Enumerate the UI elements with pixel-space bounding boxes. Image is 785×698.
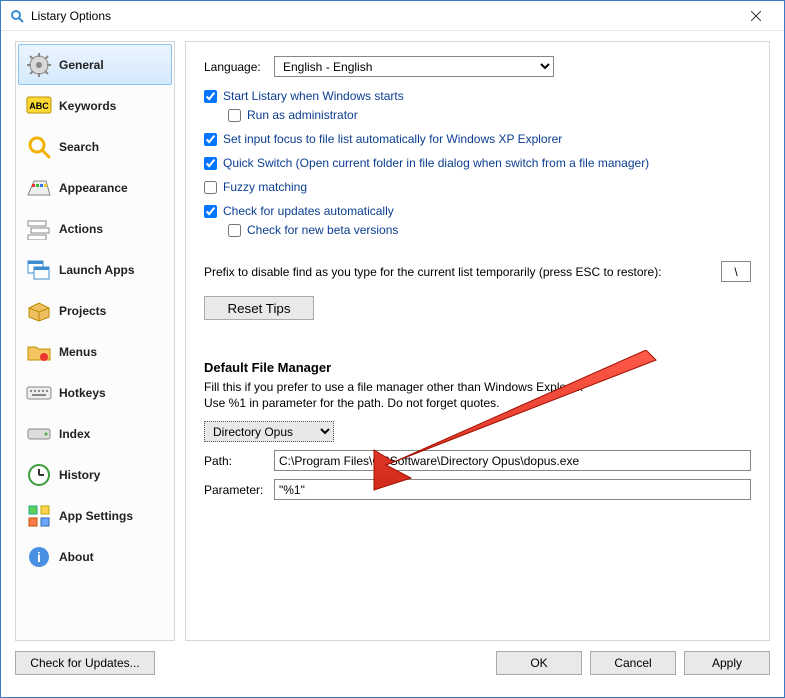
titlebar: Listary Options	[1, 1, 784, 31]
prefix-label: Prefix to disable find as you type for t…	[204, 265, 721, 279]
prefix-input[interactable]	[721, 261, 751, 282]
sidebar-item-label: Hotkeys	[59, 386, 106, 400]
clock-icon	[25, 461, 53, 489]
checkbox-label: Start Listary when Windows starts	[223, 89, 404, 103]
sidebar-item-label: Actions	[59, 222, 103, 236]
svg-text:ABC: ABC	[29, 101, 49, 111]
sidebar-item-index[interactable]: Index	[18, 413, 172, 454]
checkbox-label: Check for updates automatically	[223, 204, 394, 218]
checkbox-label: Quick Switch (Open current folder in fil…	[223, 156, 649, 170]
path-label: Path:	[204, 454, 274, 468]
sidebar-item-about[interactable]: i About	[18, 536, 172, 577]
palette-icon	[25, 174, 53, 202]
sidebar-item-label: Appearance	[59, 181, 128, 195]
search-icon	[25, 133, 53, 161]
sidebar-item-label: App Settings	[59, 509, 133, 523]
checkbox-start-windows[interactable]	[204, 90, 217, 103]
box-icon	[25, 297, 53, 325]
sidebar-item-keywords[interactable]: ABC Keywords	[18, 85, 172, 126]
language-label: Language:	[204, 60, 274, 74]
sidebar-item-general[interactable]: General	[18, 44, 172, 85]
check-updates-button[interactable]: Check for Updates...	[15, 651, 155, 675]
sidebar-item-label: Search	[59, 140, 99, 154]
sidebar-item-label: Launch Apps	[59, 263, 135, 277]
grid-icon	[25, 502, 53, 530]
reset-tips-button[interactable]: Reset Tips	[204, 296, 314, 320]
app-icon	[9, 8, 25, 24]
gear-icon	[25, 51, 53, 79]
default-file-manager-title: Default File Manager	[204, 360, 751, 375]
sidebar-item-projects[interactable]: Projects	[18, 290, 172, 331]
sidebar-item-history[interactable]: History	[18, 454, 172, 495]
checkbox-run-admin[interactable]	[228, 109, 241, 122]
checkbox-input-focus[interactable]	[204, 133, 217, 146]
checkbox-updates[interactable]	[204, 205, 217, 218]
fm-description-2: Use %1 in parameter for the path. Do not…	[204, 395, 751, 411]
cancel-button[interactable]: Cancel	[590, 651, 676, 675]
checkbox-label: Set input focus to file list automatical…	[223, 132, 562, 146]
sidebar-item-launch-apps[interactable]: Launch Apps	[18, 249, 172, 290]
info-icon: i	[25, 543, 53, 571]
checkbox-quick-switch[interactable]	[204, 157, 217, 170]
path-input[interactable]	[274, 450, 751, 471]
parameter-label: Parameter:	[204, 483, 274, 497]
close-button[interactable]	[736, 2, 776, 30]
windows-icon	[25, 256, 53, 284]
sidebar-item-app-settings[interactable]: App Settings	[18, 495, 172, 536]
footer: Check for Updates... OK Cancel Apply	[1, 641, 784, 685]
close-icon	[751, 11, 761, 21]
sidebar-item-label: History	[59, 468, 100, 482]
checkbox-label: Check for new beta versions	[247, 223, 398, 237]
svg-text:i: i	[37, 549, 41, 565]
sidebar-item-label: General	[59, 58, 104, 72]
sidebar-item-actions[interactable]: Actions	[18, 208, 172, 249]
sidebar-item-hotkeys[interactable]: Hotkeys	[18, 372, 172, 413]
sidebar-item-label: Index	[59, 427, 90, 441]
sidebar-item-appearance[interactable]: Appearance	[18, 167, 172, 208]
window-title: Listary Options	[31, 9, 736, 23]
language-select[interactable]: English - English	[274, 56, 554, 77]
sidebar-item-menus[interactable]: Menus	[18, 331, 172, 372]
drive-icon	[25, 420, 53, 448]
fm-description-1: Fill this if you prefer to use a file ma…	[204, 379, 751, 395]
checkbox-label: Run as administrator	[247, 108, 358, 122]
sidebar-item-search[interactable]: Search	[18, 126, 172, 167]
checkbox-fuzzy[interactable]	[204, 181, 217, 194]
sidebar-item-label: About	[59, 550, 94, 564]
sidebar: General ABC Keywords Search Appearance A…	[15, 41, 175, 641]
content-panel: Language: English - English Start Listar…	[185, 41, 770, 641]
keyboard-icon	[25, 379, 53, 407]
abc-icon: ABC	[25, 92, 53, 120]
checkbox-beta[interactable]	[228, 224, 241, 237]
sidebar-item-label: Keywords	[59, 99, 116, 113]
actions-icon	[25, 215, 53, 243]
folder-icon	[25, 338, 53, 366]
sidebar-item-label: Menus	[59, 345, 97, 359]
parameter-input[interactable]	[274, 479, 751, 500]
ok-button[interactable]: OK	[496, 651, 582, 675]
sidebar-item-label: Projects	[59, 304, 106, 318]
file-manager-select[interactable]: Directory Opus	[204, 421, 334, 442]
checkbox-label: Fuzzy matching	[223, 180, 307, 194]
apply-button[interactable]: Apply	[684, 651, 770, 675]
